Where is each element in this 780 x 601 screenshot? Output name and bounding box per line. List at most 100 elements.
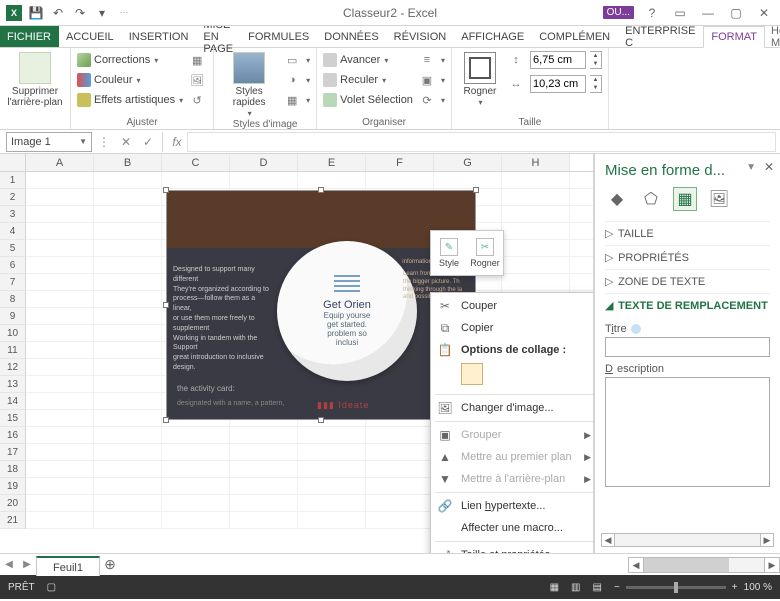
macro-record-icon[interactable]: ▢: [47, 582, 56, 593]
bring-forward-button[interactable]: Avancer▾: [323, 50, 413, 70]
formula-input[interactable]: [187, 132, 776, 152]
hscroll-track[interactable]: [644, 557, 764, 573]
row-header[interactable]: 11: [0, 342, 26, 359]
crop-button[interactable]: Rogner▾: [458, 50, 502, 108]
row-header[interactable]: 2: [0, 189, 26, 206]
zoom-out-icon[interactable]: −: [614, 582, 620, 593]
row-header[interactable]: 7: [0, 274, 26, 291]
zoom-slider[interactable]: [626, 586, 726, 589]
row-header[interactable]: 13: [0, 376, 26, 393]
group-icon[interactable]: ▣: [417, 70, 437, 90]
alt-title-input[interactable]: [605, 337, 770, 357]
pane-menu-icon[interactable]: ▼: [746, 162, 756, 173]
tab-review[interactable]: RÉVISION: [387, 26, 455, 47]
col-header[interactable]: B: [94, 154, 162, 171]
scroll-left-icon[interactable]: ◀: [601, 533, 615, 547]
sheet-tab[interactable]: Feuil1: [36, 556, 100, 576]
menu-hyperlink[interactable]: 🔗Lien hypertexte...: [431, 495, 594, 517]
section-textbox[interactable]: ▷ ZONE DE TEXTE: [605, 269, 770, 293]
row-header[interactable]: 20: [0, 495, 26, 512]
maximize-icon[interactable]: ▢: [726, 3, 746, 23]
tab-view[interactable]: AFFICHAGE: [454, 26, 532, 47]
tab-data[interactable]: DONNÉES: [317, 26, 386, 47]
hscroll-thumb[interactable]: [644, 558, 729, 572]
col-header[interactable]: E: [298, 154, 366, 171]
worksheet[interactable]: A B C D E F G H 123456789101112131415161…: [0, 154, 594, 553]
row-header[interactable]: 14: [0, 393, 26, 410]
menu-assign-macro[interactable]: Affecter une macro...: [431, 517, 594, 539]
picture-icon[interactable]: 🖼: [707, 187, 731, 211]
row-header[interactable]: 21: [0, 512, 26, 529]
close-icon[interactable]: ✕: [754, 3, 774, 23]
row-header[interactable]: 3: [0, 206, 26, 223]
qat-more-icon[interactable]: ⋯: [116, 5, 132, 21]
name-box[interactable]: Image 1▼: [6, 132, 92, 152]
row-header[interactable]: 15: [0, 410, 26, 427]
dots-icon[interactable]: ⋮: [94, 135, 114, 149]
tab-nav-prev[interactable]: ◀: [0, 559, 18, 570]
select-all-corner[interactable]: [0, 154, 26, 171]
picture-layout-icon[interactable]: ▦: [282, 90, 302, 110]
menu-cut[interactable]: ✂Couper: [431, 295, 594, 317]
row-header[interactable]: 19: [0, 478, 26, 495]
zoom-in-icon[interactable]: +: [732, 582, 738, 593]
tab-nav-next[interactable]: ▶: [18, 559, 36, 570]
color-button[interactable]: Couleur▾: [77, 70, 183, 90]
row-header[interactable]: 17: [0, 444, 26, 461]
section-size[interactable]: ▷ TAILLE: [605, 221, 770, 245]
mini-style-button[interactable]: ✎ Style: [431, 231, 467, 275]
minimize-icon[interactable]: —: [698, 3, 718, 23]
pane-h-scroll[interactable]: ◀ ▶: [601, 533, 774, 547]
redo-icon[interactable]: ↷: [72, 5, 88, 21]
new-sheet-button[interactable]: ⊕: [100, 556, 120, 573]
row-header[interactable]: 1: [0, 172, 26, 189]
enter-icon[interactable]: ✓: [138, 135, 158, 149]
tab-page-layout[interactable]: MISE EN PAGE: [196, 26, 241, 47]
reset-picture-icon[interactable]: ↺: [187, 90, 207, 110]
tab-insert[interactable]: INSERTION: [122, 26, 197, 47]
rotate-icon[interactable]: ⟳: [417, 90, 437, 110]
help-icon[interactable]: ?: [642, 3, 662, 23]
view-break-icon[interactable]: ▤: [593, 582, 602, 593]
picture-border-icon[interactable]: ▭: [282, 50, 302, 70]
picture-effects-icon[interactable]: ◑: [282, 70, 302, 90]
height-input[interactable]: ↕ ▲▼: [506, 50, 602, 70]
section-properties[interactable]: ▷ PROPRIÉTÉS: [605, 245, 770, 269]
row-header[interactable]: 8: [0, 291, 26, 308]
row-header[interactable]: 4: [0, 223, 26, 240]
tab-home[interactable]: ACCUEIL: [59, 26, 122, 47]
height-spinner[interactable]: ▲▼: [590, 51, 602, 69]
col-header[interactable]: G: [434, 154, 502, 171]
change-picture-icon[interactable]: 🖼: [187, 70, 207, 90]
remove-background-button[interactable]: Supprimer l'arrière-plan: [6, 50, 64, 108]
tab-file[interactable]: FICHIER: [0, 26, 59, 47]
effects-icon[interactable]: ⬠: [639, 187, 663, 211]
paste-option-button[interactable]: [461, 363, 483, 385]
row-header[interactable]: 9: [0, 308, 26, 325]
row-header[interactable]: 18: [0, 461, 26, 478]
hscroll-right[interactable]: ▶: [764, 557, 780, 573]
row-header[interactable]: 10: [0, 325, 26, 342]
user-menu[interactable]: Holly Mor... ▼: [765, 26, 780, 47]
col-header[interactable]: A: [26, 154, 94, 171]
scroll-right-icon[interactable]: ▶: [760, 533, 774, 547]
pane-close-icon[interactable]: ✕: [764, 160, 774, 174]
size-properties-icon[interactable]: ▦: [673, 187, 697, 211]
cancel-icon[interactable]: ✕: [116, 135, 136, 149]
view-page-icon[interactable]: ▥: [571, 582, 580, 593]
width-field[interactable]: [530, 75, 586, 93]
picture-styles-button[interactable]: Styles rapides▾: [220, 50, 278, 119]
compress-pictures-icon[interactable]: ▦: [187, 50, 207, 70]
undo-icon[interactable]: ↶: [50, 5, 66, 21]
width-spinner[interactable]: ▲▼: [590, 75, 602, 93]
artistic-effects-button[interactable]: Effets artistiques▾: [77, 90, 183, 110]
tab-format[interactable]: FORMAT: [703, 26, 765, 48]
fx-icon[interactable]: fx: [167, 135, 187, 149]
align-icon[interactable]: ≡: [417, 50, 437, 70]
ribbon-display-icon[interactable]: ▭: [670, 3, 690, 23]
send-backward-button[interactable]: Reculer▾: [323, 70, 413, 90]
tab-formulas[interactable]: FORMULES: [241, 26, 317, 47]
corrections-button[interactable]: Corrections▾: [77, 50, 183, 70]
hscroll-left[interactable]: ◀: [628, 557, 644, 573]
fill-line-icon[interactable]: ◆: [605, 187, 629, 211]
